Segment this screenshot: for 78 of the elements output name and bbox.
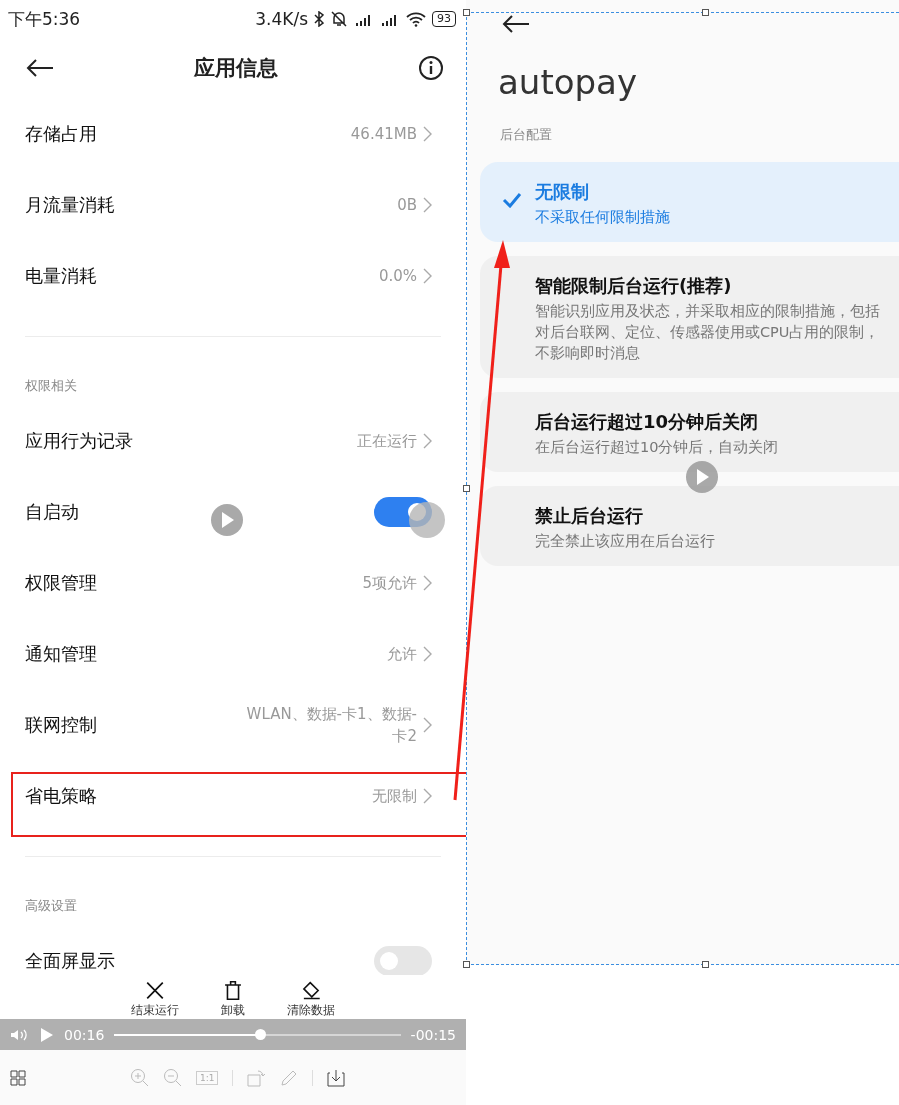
option-description: 在后台运行超过10分钟后，自动关闭 bbox=[535, 438, 780, 457]
volume-icon[interactable] bbox=[10, 1027, 30, 1042]
chevron-icon bbox=[423, 125, 432, 142]
toggle-switch[interactable] bbox=[374, 945, 432, 975]
action-button[interactable]: 清除数据 bbox=[287, 981, 335, 1019]
resize-handle[interactable] bbox=[463, 485, 470, 492]
option-description: 不采取任何限制措施 bbox=[535, 208, 671, 227]
play-button-icon[interactable] bbox=[686, 461, 718, 493]
setting-label: 存储占用 bbox=[25, 121, 97, 146]
section-header: 高级设置 bbox=[25, 897, 78, 915]
status-time: 下午5:36 bbox=[8, 7, 81, 31]
chevron-icon bbox=[423, 267, 432, 284]
setting-label: 应用行为记录 bbox=[25, 428, 133, 453]
setting-value: 无限制 bbox=[372, 785, 417, 807]
resize-handle[interactable] bbox=[702, 961, 709, 968]
option-card[interactable]: 后台运行超过10分钟后关闭 在后台运行超过10分钟后，自动关闭 bbox=[480, 392, 899, 472]
chevron-icon bbox=[423, 574, 432, 591]
check-icon bbox=[502, 192, 522, 208]
setting-label: 通知管理 bbox=[25, 641, 97, 666]
setting-value: 5项允许 bbox=[362, 572, 417, 594]
resize-handle[interactable] bbox=[702, 9, 709, 16]
section-header: 后台配置 bbox=[500, 126, 553, 144]
setting-value: 0.0% bbox=[378, 265, 417, 287]
option-card[interactable]: 智能限制后台运行(推荐) 智能识别应用及状态，并采取相应的限制措施，包括对后台联网、定位、传感器使用或CPU占用的限制，不影响即时消息 bbox=[480, 256, 899, 378]
back-icon[interactable] bbox=[26, 58, 54, 78]
zoom-out-icon[interactable] bbox=[163, 1068, 182, 1087]
setting-value: 0B bbox=[397, 194, 417, 216]
chevron-icon bbox=[423, 432, 432, 449]
trash-icon bbox=[222, 981, 244, 1000]
setting-value: 正在运行 bbox=[357, 430, 417, 452]
chevron-icon bbox=[423, 645, 432, 662]
bluetooth-icon bbox=[314, 11, 324, 27]
setting-value: WLAN、数据-卡1、数据-卡2 bbox=[245, 703, 417, 747]
play-icon[interactable] bbox=[40, 1026, 54, 1043]
setting-label: 全面屏显示 bbox=[25, 948, 115, 973]
option-card[interactable]: 禁止后台运行 完全禁止该应用在后台运行 bbox=[480, 486, 899, 566]
resize-handle[interactable] bbox=[463, 9, 470, 16]
setting-value: 46.41MB bbox=[350, 123, 417, 145]
action-button[interactable]: 卸载 bbox=[221, 981, 245, 1019]
setting-label: 权限管理 bbox=[25, 570, 97, 595]
option-description: 智能识别应用及状态，并采取相应的限制措施，包括对后台联网、定位、传感器使用或CPU占用的限制，不影响即时消息 bbox=[535, 302, 881, 363]
setting-value: 允许 bbox=[387, 643, 417, 665]
network-speed: 3.4K/s bbox=[255, 9, 308, 29]
action-button[interactable]: 结束运行 bbox=[131, 981, 179, 1019]
battery-level: 93 bbox=[432, 11, 456, 27]
play-button-icon[interactable] bbox=[211, 504, 243, 536]
zoom-in-icon[interactable] bbox=[130, 1068, 149, 1087]
grid-icon[interactable] bbox=[10, 1069, 26, 1086]
play-button-icon[interactable] bbox=[409, 502, 445, 538]
option-title: 禁止后台运行 bbox=[535, 504, 644, 528]
elapsed-time: 00:16 bbox=[64, 1026, 105, 1043]
chevron-icon bbox=[423, 787, 432, 804]
app-name: autopay bbox=[498, 62, 639, 102]
setting-label: 联网控制 bbox=[25, 712, 97, 737]
chevron-icon bbox=[423, 196, 432, 213]
close-icon bbox=[144, 981, 166, 1000]
rotate-icon[interactable] bbox=[247, 1068, 267, 1087]
page-title: 应用信息 bbox=[194, 55, 278, 82]
setting-label: 月流量消耗 bbox=[25, 192, 115, 217]
setting-label: 省电策略 bbox=[25, 783, 97, 808]
option-title: 智能限制后台运行(推荐) bbox=[535, 274, 733, 298]
back-icon[interactable] bbox=[502, 14, 530, 34]
option-description: 完全禁止该应用在后台运行 bbox=[535, 532, 716, 551]
muted-bell-icon bbox=[330, 11, 348, 27]
info-icon[interactable] bbox=[418, 55, 444, 81]
remaining-time: -00:15 bbox=[410, 1026, 456, 1043]
setting-label: 电量消耗 bbox=[25, 263, 97, 288]
resize-handle[interactable] bbox=[463, 961, 470, 968]
option-title: 后台运行超过10分钟后关闭 bbox=[535, 410, 760, 434]
option-title: 无限制 bbox=[535, 180, 590, 204]
setting-label: 自启动 bbox=[25, 499, 79, 524]
progress-thumb[interactable] bbox=[255, 1028, 267, 1040]
section-header: 权限相关 bbox=[25, 377, 78, 395]
pencil-icon[interactable] bbox=[280, 1068, 299, 1087]
download-icon[interactable] bbox=[327, 1068, 346, 1087]
chevron-icon bbox=[423, 716, 432, 733]
option-card[interactable]: 无限制 不采取任何限制措施 bbox=[480, 162, 899, 242]
wifi-icon bbox=[406, 11, 426, 27]
